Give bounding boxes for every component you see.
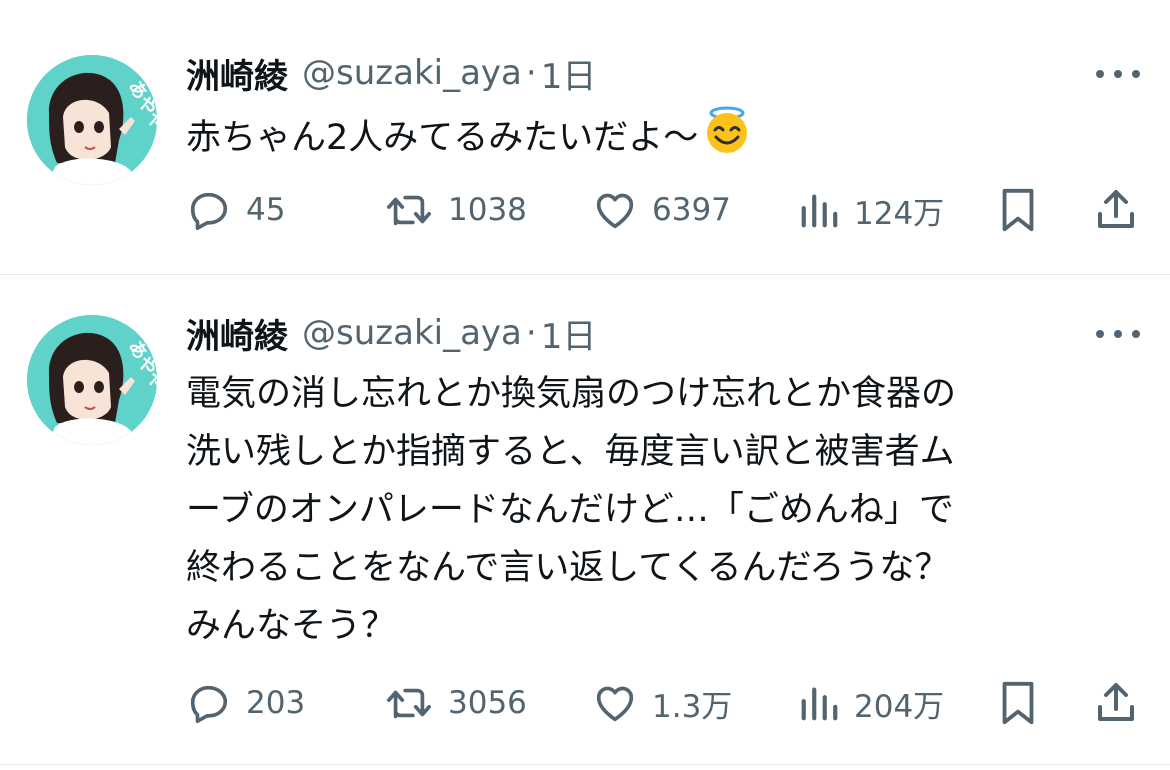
share-button[interactable] xyxy=(1094,185,1138,235)
separator: · xyxy=(525,313,537,353)
action-bar: 203 3056 1.3万 204万 xyxy=(186,678,1141,728)
retweet-count: 3056 xyxy=(448,685,527,721)
share-icon xyxy=(1098,190,1134,228)
like-count: 6397 xyxy=(652,192,731,228)
tweet-header: 洲崎綾 @suzaki_aya · 1日 xyxy=(186,308,596,358)
tweet-text-line: 電気の消し忘れとか換気扇のつけ忘れとか食器の xyxy=(186,374,957,414)
views-button[interactable]: 204万 xyxy=(798,678,944,728)
share-icon xyxy=(1098,683,1134,721)
views-count: 124万 xyxy=(854,195,945,232)
retweet-count: 1038 xyxy=(448,192,527,228)
action-bar: 45 1038 6397 124万 xyxy=(186,185,1141,235)
bookmark-button[interactable] xyxy=(996,185,1040,235)
views-button[interactable]: 124万 xyxy=(798,185,944,235)
retweet-button[interactable]: 1038 xyxy=(384,185,527,235)
retweet-icon xyxy=(387,195,431,226)
like-icon xyxy=(596,193,634,229)
share-button[interactable] xyxy=(1094,678,1138,728)
separator: · xyxy=(525,53,537,93)
retweet-icon xyxy=(387,688,431,719)
bookmark-icon xyxy=(1002,188,1034,232)
tweet-text-line: みんなそう？ xyxy=(186,606,397,646)
author-name[interactable]: 洲崎綾 xyxy=(186,309,288,358)
views-icon xyxy=(801,194,838,228)
tweet-text: 赤ちゃん2人みてるみたいだよ〜 xyxy=(186,105,1136,173)
like-count: 1.3万 xyxy=(652,688,733,725)
timestamp[interactable]: 1日 xyxy=(541,309,597,358)
bookmark-icon xyxy=(1002,681,1034,725)
tweet-text-body: 赤ちゃん2人みてるみたいだよ〜 xyxy=(186,118,699,158)
like-button[interactable]: 1.3万 xyxy=(592,678,732,728)
reply-button[interactable]: 203 xyxy=(186,678,305,728)
tweet-header: 洲崎綾 @suzaki_aya · 1日 xyxy=(186,48,596,98)
retweet-button[interactable]: 3056 xyxy=(384,678,527,728)
like-icon xyxy=(596,686,634,722)
avatar[interactable]: あやや xyxy=(27,55,157,185)
reply-count: 45 xyxy=(246,192,286,228)
views-icon xyxy=(801,687,838,721)
tweet-text: 電気の消し忘れとか換気扇のつけ忘れとか食器の 洗い残しとか指摘すると、毎度言い訳… xyxy=(186,365,1136,655)
tweet-text-line: 終わることをなんで言い返してくるんだろうな？ xyxy=(186,548,950,588)
tweet[interactable]: あやや 洲崎綾 @suzaki_aya · 1日 電気の消し忘れとか換気扇のつけ… xyxy=(0,275,1170,765)
smiling-face-with-halo-icon xyxy=(702,105,752,173)
reply-button[interactable]: 45 xyxy=(186,185,285,235)
author-name[interactable]: 洲崎綾 xyxy=(186,49,288,98)
more-icon[interactable] xyxy=(1096,326,1140,342)
reply-count: 203 xyxy=(246,685,306,721)
more-icon[interactable] xyxy=(1096,66,1140,82)
timestamp[interactable]: 1日 xyxy=(541,49,597,98)
author-handle[interactable]: @suzaki_aya xyxy=(302,313,522,353)
like-button[interactable]: 6397 xyxy=(592,185,731,235)
reply-icon xyxy=(190,685,228,724)
tweet-text-line: ーブのオンパレードなんだけど…「ごめんね」で xyxy=(186,490,954,530)
reply-icon xyxy=(190,192,228,231)
views-count: 204万 xyxy=(854,688,945,725)
bookmark-button[interactable] xyxy=(996,678,1040,728)
avatar[interactable]: あやや xyxy=(27,315,157,445)
author-handle[interactable]: @suzaki_aya xyxy=(302,53,522,93)
tweet[interactable]: あやや 洲崎綾 @suzaki_aya · 1日 赤ちゃん2人みてるみたいだよ〜… xyxy=(0,0,1170,275)
tweet-text-line: 洗い残しとか指摘すると、毎度言い訳と被害者ム xyxy=(186,432,955,472)
